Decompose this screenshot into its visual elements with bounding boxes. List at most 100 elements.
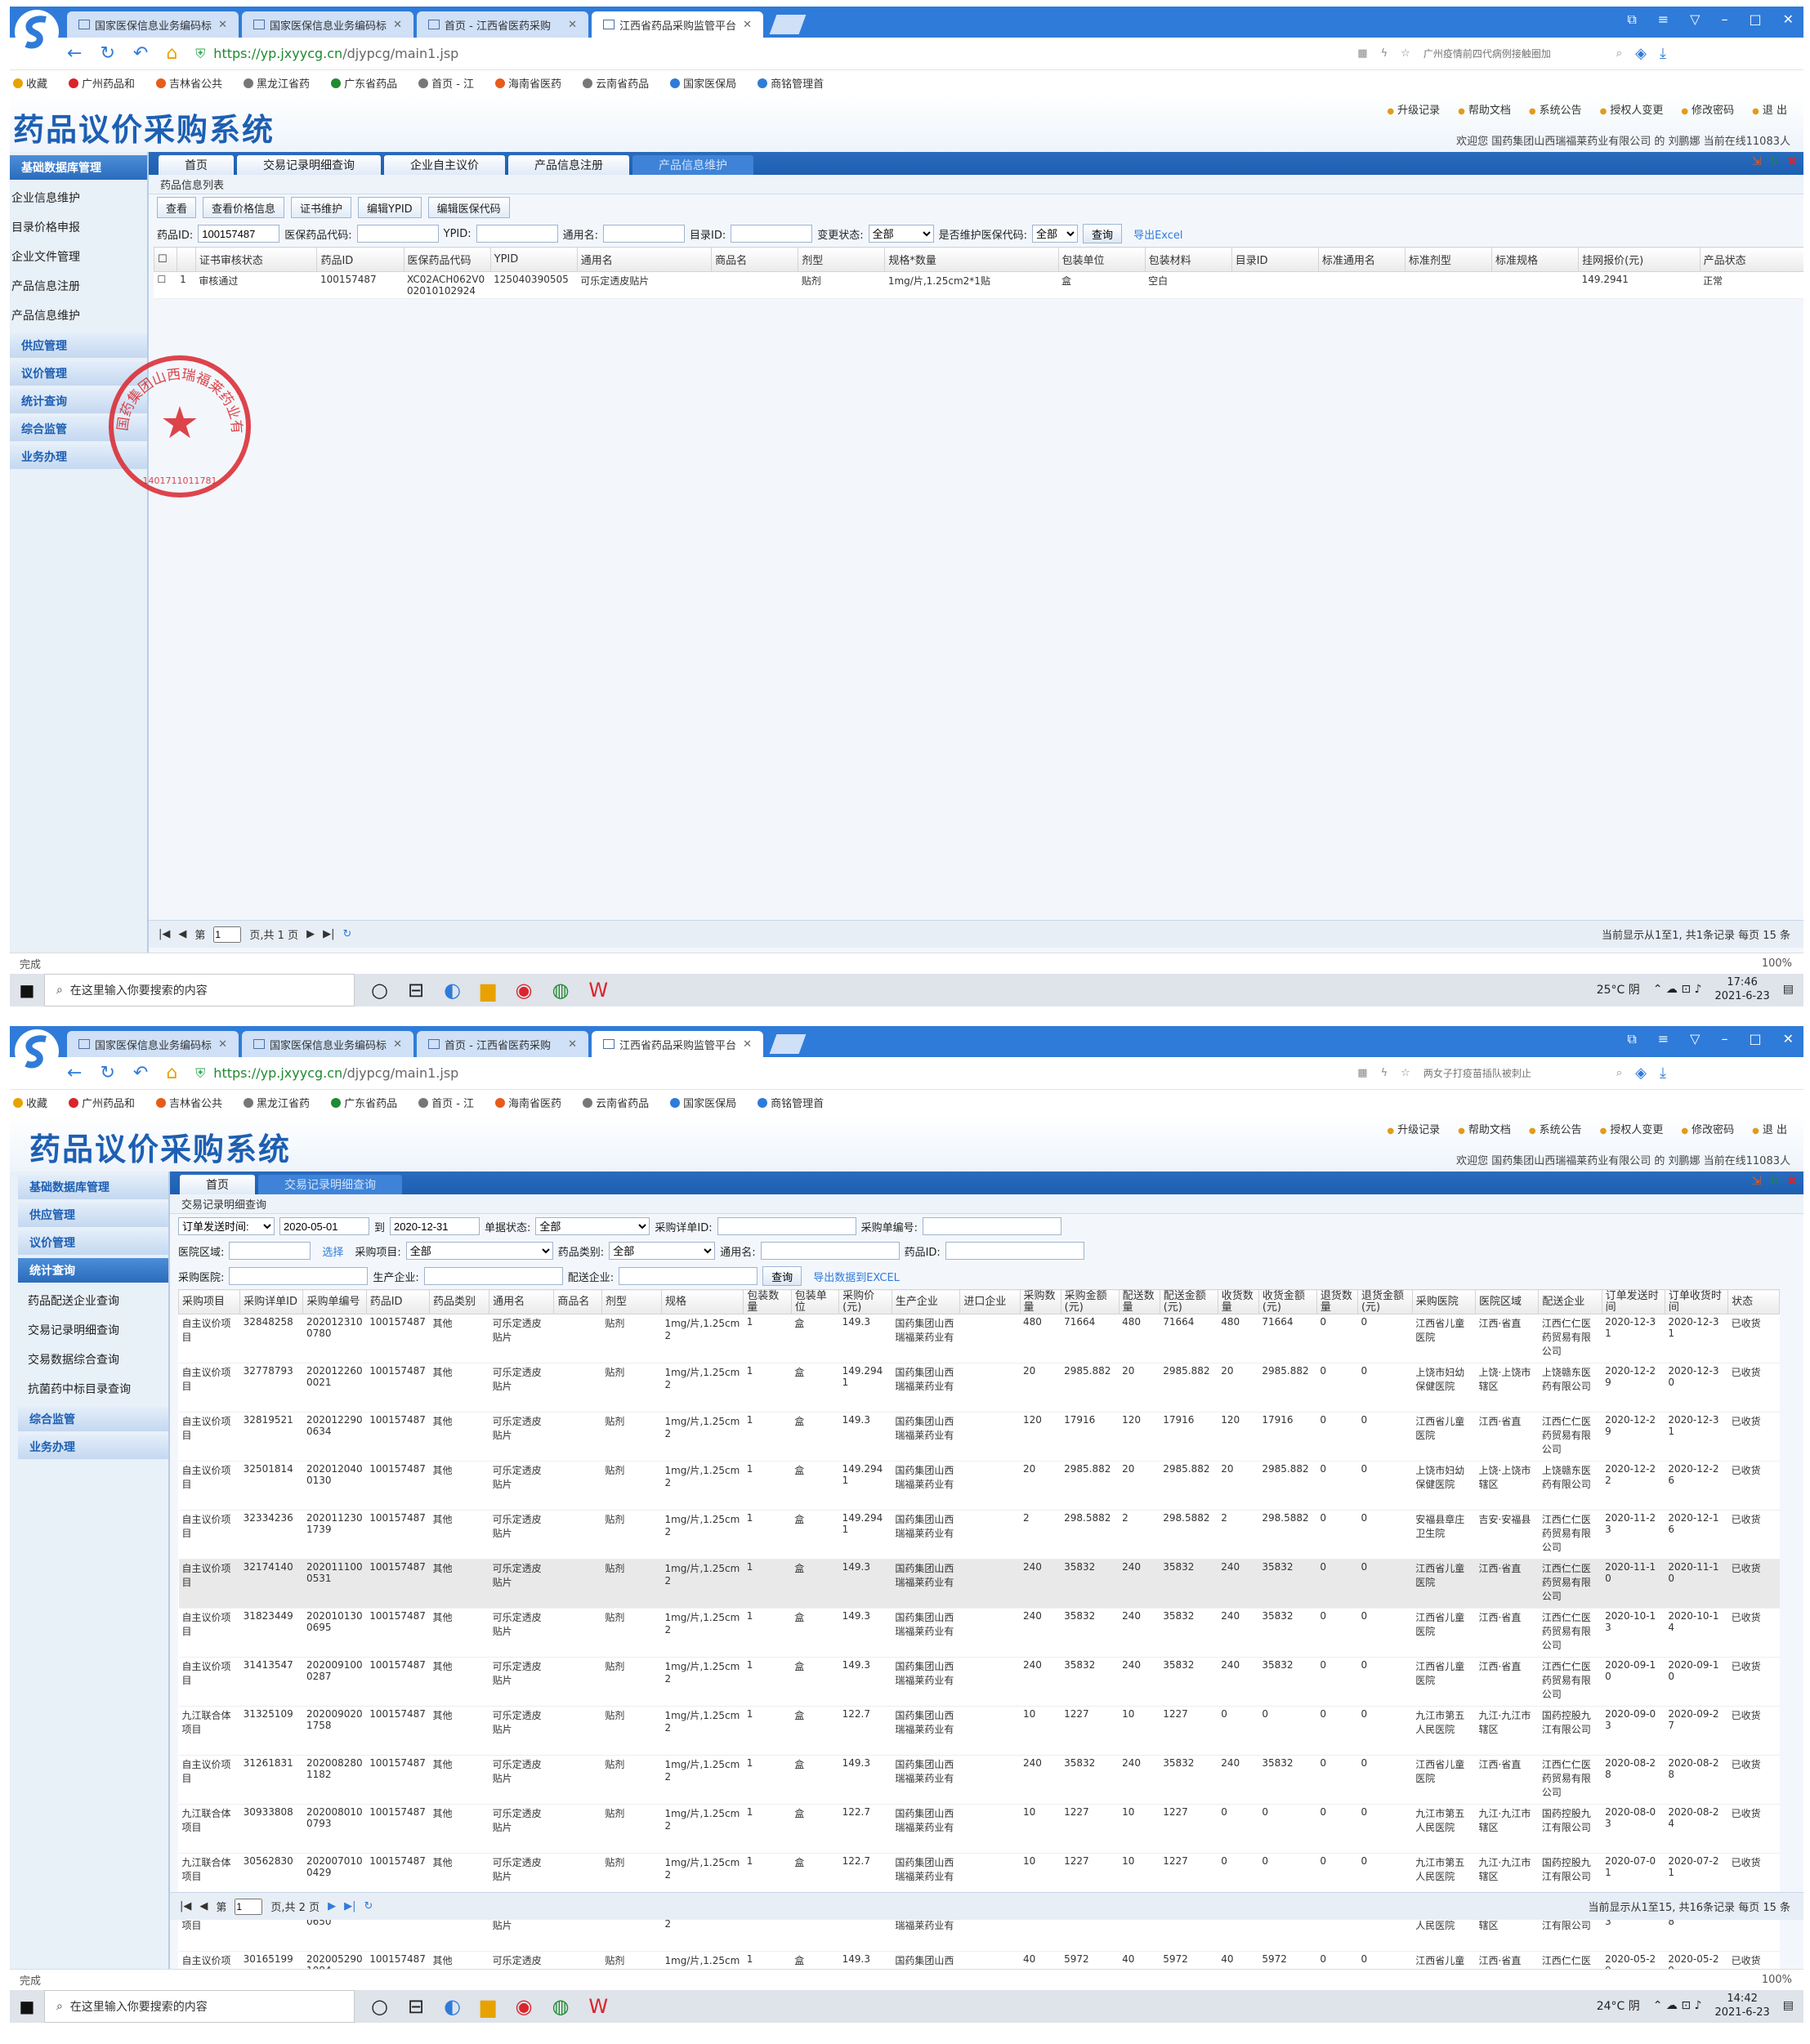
tab-self-negotiation[interactable]: 企业自主议价 — [384, 155, 505, 175]
bookmark-item[interactable]: 商铭管理首 — [758, 75, 824, 91]
column-header[interactable]: 包装数量 — [743, 1289, 792, 1314]
close-icon[interactable]: ✕ — [218, 19, 227, 31]
column-header[interactable]: 退货金额(元) — [1356, 1289, 1413, 1314]
close-window-icon[interactable]: ✕ — [1783, 1031, 1794, 1047]
column-header[interactable]: YPID — [489, 247, 578, 272]
sidebar-item-company-files[interactable]: 企业文件管理 — [10, 242, 147, 271]
manufacturer-input[interactable] — [423, 1267, 563, 1285]
browser-search-input[interactable] — [1423, 1067, 1603, 1079]
sidebar-group-negotiation[interactable]: 议价管理 — [18, 1230, 168, 1255]
select-area-button[interactable]: 选择 — [315, 1243, 350, 1259]
column-header[interactable]: 进口企业 — [959, 1289, 1021, 1314]
table-row[interactable]: ☐ 1 审核通过 100157487 XC02ACH062V002010102924 12… — [154, 271, 1803, 299]
hospital-area-input[interactable] — [229, 1242, 311, 1260]
bookmark-item[interactable]: 广州药品和 — [69, 75, 135, 91]
sidebar-group-supervision[interactable]: 综合监管 — [18, 1407, 168, 1431]
export-excel-button[interactable]: 导出数据到EXCEL — [807, 1269, 906, 1284]
download-icon[interactable]: ⤓ — [1660, 45, 1666, 62]
table-row[interactable]: 自主议价项目301651992020052901084100157487其他可乐… — [178, 1951, 1780, 1969]
browser-tab[interactable]: 国家医保信息业务编码标 ✕ — [242, 1031, 413, 1057]
logout-link[interactable]: 退 出 — [1752, 101, 1787, 117]
last-page-icon[interactable]: ▶| — [344, 1900, 355, 1912]
folder-icon[interactable]: ▆ — [480, 1995, 495, 2018]
browser-search-input[interactable] — [1423, 47, 1603, 60]
wechat-icon[interactable]: ◍ — [552, 1995, 569, 2018]
column-header[interactable]: 配送金额(元) — [1159, 1289, 1218, 1314]
lightning-icon[interactable]: ϟ — [1381, 47, 1388, 60]
column-header[interactable]: 包装材料 — [1144, 247, 1232, 272]
table-row[interactable]: 自主议价项目 32819521 2020122900634 100157487 其他 可乐… — [178, 1412, 1780, 1462]
edge-icon[interactable]: ◐ — [444, 1995, 461, 2018]
bookmark-item[interactable]: 广东省药品 — [331, 1095, 397, 1110]
column-header[interactable]: 订单发送时间 — [1601, 1289, 1665, 1314]
column-header[interactable]: 包装单位 — [790, 1289, 840, 1314]
column-header[interactable]: 标准通用名 — [1317, 247, 1406, 272]
next-page-icon[interactable]: ▶ — [306, 928, 315, 940]
table-row[interactable]: 九江联合体项目 31325109 2020090201758 100157487 其他可… — [178, 1706, 1780, 1756]
clock[interactable]: 14:42 2021-6-23 — [1714, 1992, 1769, 2019]
date-to-input[interactable] — [390, 1217, 480, 1235]
weather-text[interactable]: 25°C 阴 — [1597, 981, 1640, 997]
page-input[interactable] — [213, 926, 242, 943]
upgrade-log-link[interactable]: 升级记录 — [1387, 101, 1440, 117]
column-header[interactable]: 收货金额(元) — [1258, 1289, 1317, 1314]
column-header[interactable]: 医保药品代码 — [403, 247, 491, 272]
tab-transaction-detail[interactable]: 交易记录明细查询 — [237, 155, 381, 175]
tab-home[interactable]: 首页 — [180, 1175, 255, 1194]
lightning-icon[interactable]: ϟ — [1381, 1067, 1388, 1079]
ypid-input[interactable] — [476, 225, 558, 243]
generic-name-input[interactable] — [603, 225, 686, 243]
close-icon[interactable]: ✕ — [743, 19, 752, 31]
first-page-icon[interactable]: |◀ — [159, 928, 170, 940]
reload-icon[interactable]: ↻ — [1770, 155, 1780, 168]
sidebar-item-catalog-price[interactable]: 目录价格申报 — [10, 212, 147, 242]
sidebar-item-antibiotic-catalog[interactable]: 抗菌药中标目录查询 — [18, 1374, 168, 1404]
zoom-level[interactable]: 100% — [1762, 1974, 1792, 1986]
system-notice-link[interactable]: 系统公告 — [1529, 1121, 1582, 1136]
menu-icon[interactable]: ≡ — [1658, 1031, 1669, 1047]
windows-start-icon[interactable]: ■ — [10, 1997, 44, 2016]
column-header[interactable]: 药品类别 — [428, 1289, 490, 1314]
column-header[interactable]: 挂网报价(元) — [1578, 247, 1701, 272]
new-tab-button[interactable] — [769, 1034, 807, 1054]
address-bar[interactable]: ⛨ https://yp.jxyycg.cn/djypcg/main1.jsp — [195, 1062, 1339, 1085]
column-header[interactable]: 配送数量 — [1118, 1289, 1160, 1314]
system-notice-link[interactable]: 系统公告 — [1529, 101, 1582, 117]
view-price-button[interactable]: 查看价格信息 — [203, 197, 285, 218]
column-header[interactable]: 剂型 — [601, 1289, 662, 1314]
tab-product-maintain[interactable]: 产品信息维护 — [632, 155, 753, 175]
bookmark-item[interactable]: 首页 - 江 — [418, 75, 474, 91]
detail-id-input[interactable] — [717, 1217, 856, 1235]
column-header[interactable]: 药品ID — [316, 247, 404, 272]
maximize-icon[interactable]: □ — [1749, 11, 1761, 28]
extension-icon[interactable]: ◈ — [1635, 1064, 1647, 1082]
column-header[interactable]: 产品状态 — [1699, 247, 1803, 272]
clock[interactable]: 17:46 2021-6-23 — [1714, 975, 1769, 1003]
column-header[interactable]: 采购单编号 — [302, 1289, 367, 1314]
change-status-select[interactable]: 全部 — [868, 225, 934, 243]
column-header[interactable]: 药品ID — [365, 1289, 430, 1314]
wechat-icon[interactable]: ◍ — [552, 979, 569, 1002]
weather-text[interactable]: 24°C 阴 — [1597, 1997, 1640, 2014]
table-row[interactable]: 自主议价项目 32501814 2020120400130 100157487 其他 可乐… — [178, 1461, 1780, 1511]
notification-icon[interactable]: ▤ — [1783, 1999, 1794, 2012]
sidebar-item-transaction-summary[interactable]: 交易数据综合查询 — [18, 1345, 168, 1374]
browser-tab-active[interactable]: 江西省药品采购监管平台 ✕ — [592, 1031, 763, 1057]
bookmark-item[interactable]: 黑龙江省药 — [244, 1095, 310, 1110]
bookmark-item[interactable]: 云南省药品 — [583, 1095, 649, 1110]
column-header[interactable]: 规格 — [660, 1289, 744, 1314]
distributor-input[interactable] — [619, 1267, 758, 1285]
refresh-page-icon[interactable]: ↻ — [342, 928, 351, 940]
help-docs-link[interactable]: 帮助文档 — [1458, 101, 1511, 117]
column-header[interactable]: 采购医院 — [1411, 1289, 1477, 1314]
sidebar-group-business[interactable]: 业务办理 — [18, 1435, 168, 1459]
generic-name-input[interactable] — [760, 1242, 900, 1260]
bookmark-item[interactable]: 广东省药品 — [331, 75, 397, 91]
bookmark-item[interactable]: 首页 - 江 — [418, 1095, 474, 1110]
maintain-code-select[interactable]: 全部 — [1032, 225, 1079, 243]
column-header[interactable]: 目录ID — [1231, 247, 1319, 272]
select-all-checkbox[interactable]: ☐ — [154, 247, 177, 272]
table-row[interactable]: 九江联合体项目 30933808 2020080100793 100157487 其他可… — [178, 1804, 1780, 1854]
bookmark-item[interactable]: 国家医保局 — [670, 1095, 736, 1110]
close-window-icon[interactable]: ✕ — [1783, 11, 1794, 28]
